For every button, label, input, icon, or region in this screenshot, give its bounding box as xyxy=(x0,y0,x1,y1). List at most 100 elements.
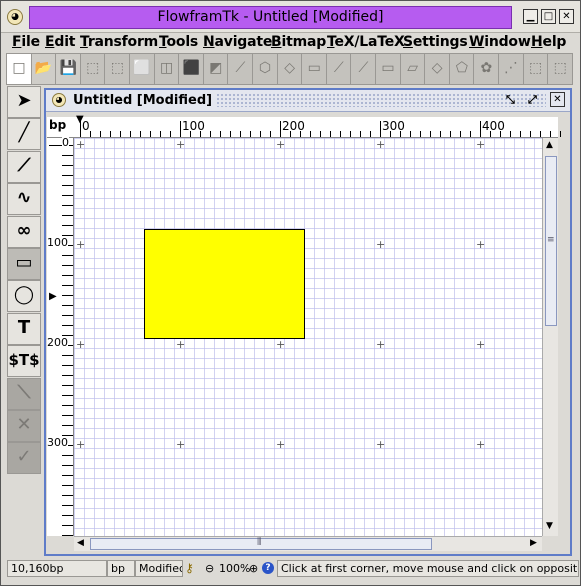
reduce-icon[interactable]: ▭ xyxy=(301,53,328,85)
snap-icon[interactable]: ⬚ xyxy=(547,53,574,85)
rectangle-tool[interactable]: ▭ xyxy=(7,248,41,280)
select-all-icon[interactable]: ⬚ xyxy=(79,53,106,85)
grid-major-mark: + xyxy=(376,238,386,251)
restore-icon[interactable]: ⤢ xyxy=(528,93,537,107)
grid-major-mark: + xyxy=(276,338,286,351)
grid-major-mark: + xyxy=(476,238,486,251)
h-ruler-tick xyxy=(560,131,561,137)
zoom-out-icon[interactable]: ⊖ xyxy=(205,562,214,575)
v-ruler-tick xyxy=(62,475,73,476)
vertical-ruler: 0 100 200 300 ▶ xyxy=(47,136,74,536)
help-icon[interactable]: ? xyxy=(262,562,274,574)
menu-tools[interactable]: Tools xyxy=(159,34,198,50)
v-ruler-tick xyxy=(62,165,73,166)
h-ruler-tick xyxy=(530,131,531,137)
open-curve-tool[interactable]: ∿ xyxy=(7,183,41,216)
v-ruler-marker-icon: ▶ xyxy=(49,291,57,302)
drawing-canvas[interactable]: ++++++++++++++++++++ xyxy=(74,138,542,536)
close-icon[interactable]: ✕ xyxy=(559,9,574,24)
convert-path-icon[interactable]: ⬡ xyxy=(252,53,278,85)
grid-major-mark: + xyxy=(276,438,286,451)
vertical-scroll-thumb[interactable]: ≡ xyxy=(545,156,557,326)
select-tool[interactable]: ➤ xyxy=(7,86,41,118)
scroll-up-icon[interactable]: ▲ xyxy=(546,140,553,150)
h-ruler-tick xyxy=(460,131,461,137)
disabled-2[interactable]: ✕ xyxy=(7,410,41,442)
menu-file[interactable]: File xyxy=(12,34,40,50)
scroll-down-icon[interactable]: ▼ xyxy=(546,521,553,531)
window-title: FlowframTk - Untitled [Modified] xyxy=(29,6,512,29)
horizontal-scroll-thumb[interactable]: ⦀ xyxy=(90,537,432,550)
v-ruler-tick xyxy=(62,195,73,196)
menu-transform[interactable]: Transform xyxy=(80,34,158,50)
open-line-tool[interactable]: ╱ xyxy=(7,118,41,151)
path-edit-icon[interactable]: ⟋ xyxy=(227,53,254,85)
h-ruler-tick xyxy=(350,131,351,137)
menu-help[interactable]: Help xyxy=(531,34,566,50)
split-icon[interactable]: ⟋ xyxy=(325,53,352,85)
menu-bar: File Edit Transform Tools Navigate Bitma… xyxy=(1,33,580,52)
pattern-icon[interactable]: ✿ xyxy=(473,53,500,85)
shear-icon[interactable]: ◇ xyxy=(424,53,451,85)
distort-icon[interactable]: ⋰ xyxy=(498,53,524,85)
v-ruler-label: 0 xyxy=(62,136,69,149)
menu-edit[interactable]: Edit xyxy=(45,34,75,50)
math-text-tool[interactable]: $T$ xyxy=(7,345,41,378)
h-ruler-tick xyxy=(430,131,431,137)
disabled-3[interactable]: ✓ xyxy=(7,442,41,475)
new-icon[interactable]: □ xyxy=(6,53,32,85)
group-icon[interactable]: ⬜ xyxy=(129,53,155,85)
iconify-icon[interactable]: ⤡ xyxy=(506,93,515,107)
title-texture xyxy=(216,93,546,107)
text-tool[interactable]: T xyxy=(7,312,41,345)
h-ruler-tick xyxy=(120,131,121,137)
open-icon[interactable]: 📂 xyxy=(30,53,57,85)
v-ruler-tick xyxy=(62,155,73,156)
document-title-bar[interactable]: ◕ Untitled [Modified] ⤡ ⤢ ✕ xyxy=(46,90,570,112)
h-ruler-tick xyxy=(210,131,211,137)
menu-tex-latex[interactable]: TeX/LaTeX xyxy=(327,34,405,50)
envelope-icon[interactable]: ⬠ xyxy=(448,53,475,85)
title-bar[interactable]: ◕ FlowframTk - Untitled [Modified] ▁ □ ✕ xyxy=(1,1,580,33)
menu-window[interactable]: Window xyxy=(469,34,531,50)
v-ruler-tick xyxy=(62,285,73,286)
scroll-left-icon[interactable]: ◀ xyxy=(77,538,84,548)
v-ruler-tick xyxy=(62,275,73,276)
scroll-right-icon[interactable]: ▶ xyxy=(530,538,537,548)
v-ruler-tick xyxy=(62,505,73,506)
maximize-icon[interactable]: □ xyxy=(541,9,556,24)
v-ruler-tick xyxy=(62,455,73,456)
closed-curve-tool[interactable]: ∞ xyxy=(7,215,41,248)
h-ruler-label: 300 xyxy=(382,119,405,133)
merge-path-icon[interactable]: ◇ xyxy=(276,53,303,85)
horizontal-scrollbar[interactable]: ◀ ⦀ ▶ xyxy=(74,536,542,551)
deselect-icon[interactable]: ⬚ xyxy=(104,53,131,85)
yellow-rectangle[interactable] xyxy=(144,229,305,339)
vertical-scrollbar[interactable]: ▲ ≡ ▼ xyxy=(542,138,558,536)
front-icon[interactable]: ◩ xyxy=(202,53,229,85)
v-ruler-tick xyxy=(62,485,73,486)
v-ruler-tick xyxy=(62,395,73,396)
grid-icon[interactable]: ⬚ xyxy=(522,53,549,85)
lock-key-icon[interactable]: ⚷ xyxy=(185,561,194,575)
grid-major-mark: + xyxy=(476,438,486,451)
back-icon[interactable]: ⬛ xyxy=(178,53,205,85)
rotate-icon[interactable]: ▭ xyxy=(375,53,401,85)
menu-navigate[interactable]: Navigate xyxy=(203,34,272,50)
minimize-icon[interactable]: ▁ xyxy=(523,9,538,24)
closed-line-tool[interactable]: ⟋ xyxy=(7,150,41,183)
v-ruler-tick xyxy=(49,145,73,146)
zoom-in-icon[interactable]: ⊕ xyxy=(249,562,258,575)
menu-settings[interactable]: Settings xyxy=(403,34,468,50)
save-icon[interactable]: 💾 xyxy=(55,53,82,85)
h-ruler-tick xyxy=(250,131,251,137)
sign-icon[interactable]: ⟋ xyxy=(350,53,377,85)
document-close-icon[interactable]: ✕ xyxy=(550,92,565,107)
scale-icon[interactable]: ▱ xyxy=(399,53,426,85)
menu-bitmap[interactable]: Bitmap xyxy=(271,34,326,50)
grid-major-mark: + xyxy=(376,438,386,451)
status-unit[interactable]: bp xyxy=(107,560,135,577)
ellipse-tool[interactable]: ◯ xyxy=(7,280,41,313)
disabled-1[interactable]: ⟍ xyxy=(7,377,41,410)
ungroup-icon[interactable]: ◫ xyxy=(153,53,180,85)
